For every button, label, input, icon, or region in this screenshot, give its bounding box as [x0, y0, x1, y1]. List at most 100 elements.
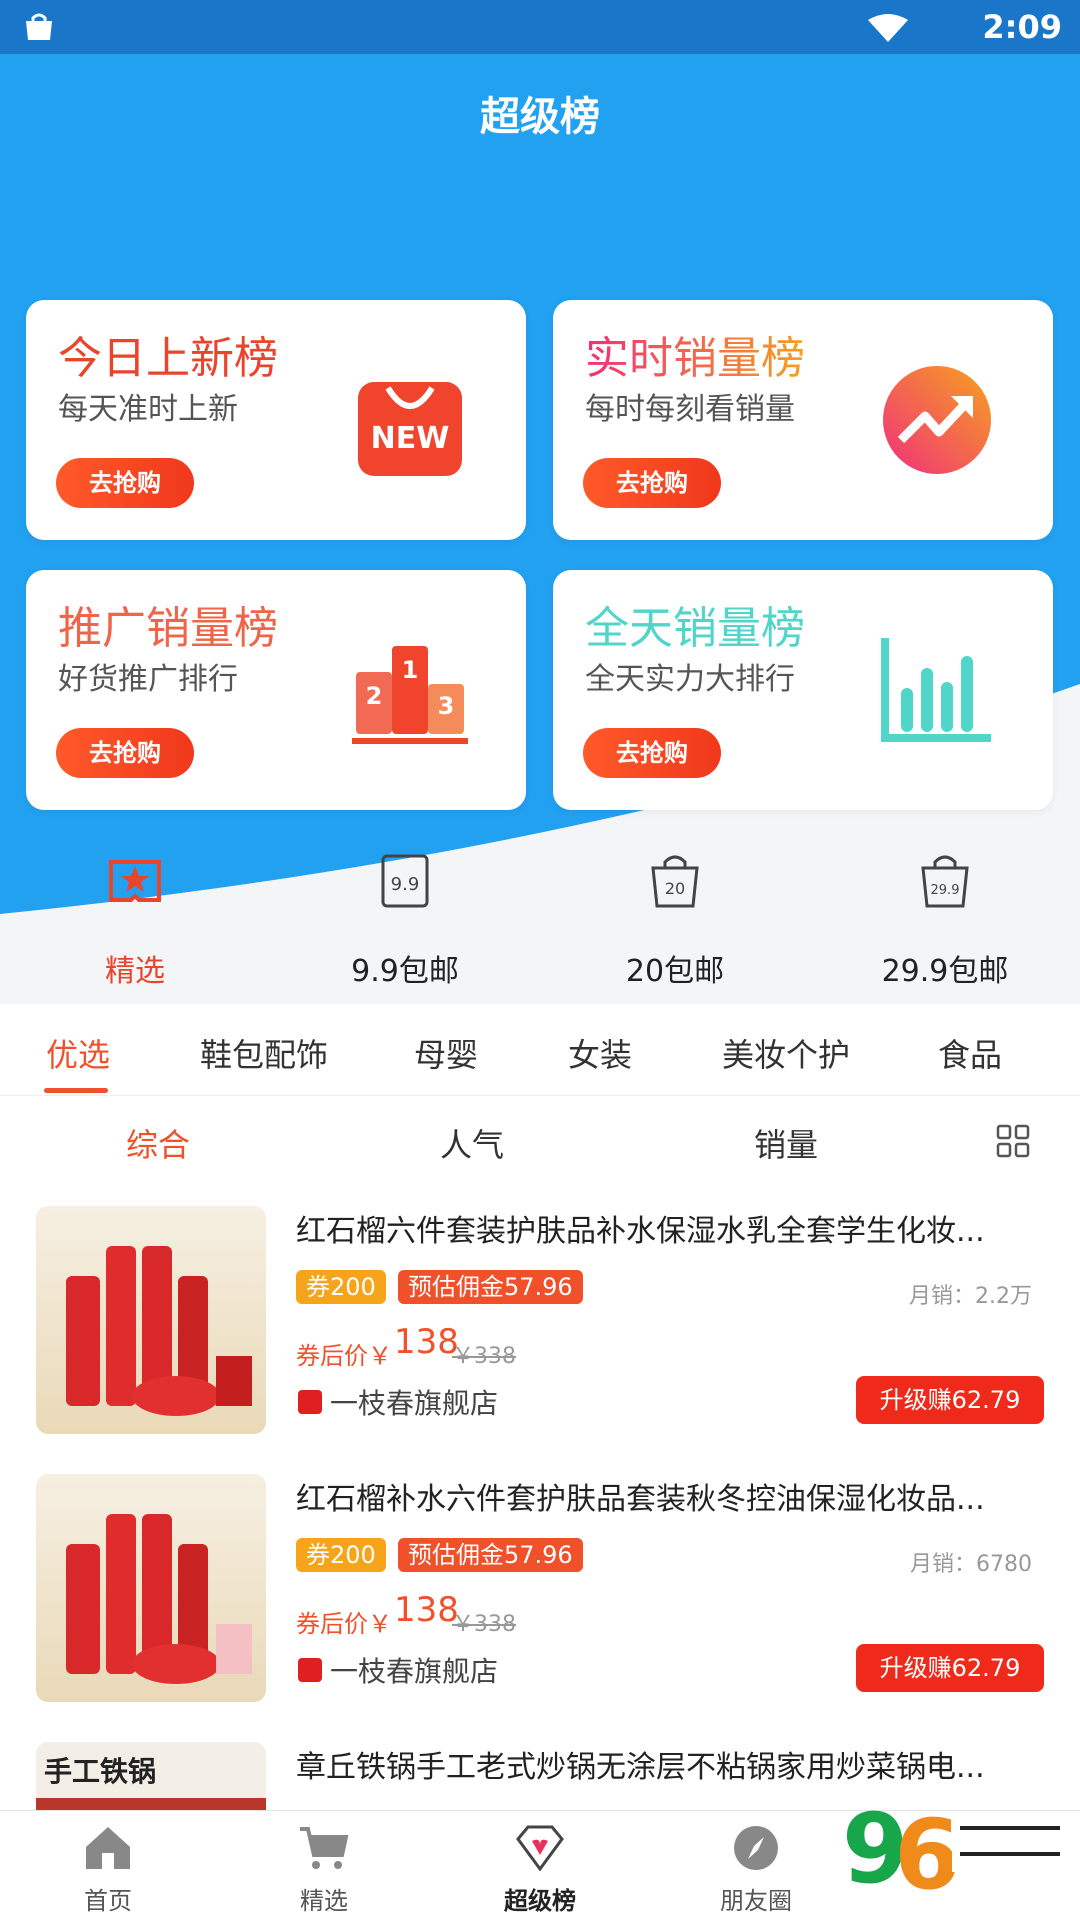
quick-nav-label: 29.9包邮	[881, 954, 1009, 989]
tag-9.9-icon: 9.9	[381, 854, 429, 908]
product-title: 章丘铁锅手工老式炒锅无涂层不粘锅家用炒菜锅电...	[296, 1750, 985, 1785]
sort-overall[interactable]: 综合	[126, 1120, 190, 1166]
svg-text:20: 20	[665, 879, 685, 898]
quick-nav-9.9[interactable]: 9.9 9.9包邮	[270, 850, 540, 1000]
quick-nav-29.9[interactable]: 29.9 29.9包邮	[810, 850, 1080, 1000]
price: 138	[394, 1590, 459, 1630]
monthly-sales: 月销：6780	[910, 1552, 1032, 1577]
page-title: 超级榜	[480, 94, 600, 140]
clock: 2:09	[982, 8, 1062, 46]
bar-chart-icon	[881, 638, 991, 742]
product-title: 红石榴六件套装护肤品补水保湿水乳全套学生化妆...	[296, 1214, 985, 1249]
tab-food[interactable]: 食品	[938, 1030, 1002, 1076]
tab-shoes-bags[interactable]: 鞋包配饰	[200, 1030, 328, 1076]
home-icon	[86, 1827, 130, 1869]
product-image: 手工铁锅	[36, 1742, 266, 1810]
upgrade-button[interactable]: 升级赚62.79	[856, 1376, 1044, 1424]
status-bar: 2:09	[0, 0, 1080, 54]
grab-button[interactable]: 去抢购	[56, 728, 194, 778]
card-allday-sales[interactable]: 全天销量榜 全天实力大排行 去抢购	[553, 570, 1053, 810]
product-image-text: 手工铁锅	[44, 1755, 157, 1788]
tmall-icon	[298, 1658, 322, 1682]
card-title: 实时销量榜	[585, 322, 805, 386]
quick-nav-featured[interactable]: 精选	[0, 850, 270, 1000]
tmall-icon	[298, 1390, 322, 1414]
store-name: 一枝春旗舰店	[330, 1655, 499, 1688]
tab-super-list[interactable]: 超级榜	[432, 1811, 648, 1920]
tab-beauty[interactable]: 美妆个护	[722, 1030, 850, 1076]
active-tab-indicator	[44, 1088, 108, 1093]
tab-featured[interactable]: 精选	[216, 1811, 432, 1920]
sort-bar: 综合 人气 销量	[0, 1096, 1080, 1186]
store-name: 一枝春旗舰店	[330, 1387, 499, 1420]
wifi-icon	[868, 14, 908, 42]
svg-text:NEW: NEW	[371, 421, 450, 456]
original-price: ￥338	[452, 1612, 516, 1637]
svg-text:29.9: 29.9	[931, 883, 960, 898]
quick-nav-label: 精选	[105, 954, 165, 989]
product-title: 红石榴补水六件套护肤品套装秋冬控油保湿化妆品...	[296, 1482, 985, 1517]
grab-button[interactable]: 去抢购	[583, 458, 721, 508]
upgrade-button[interactable]: 升级赚62.79	[856, 1644, 1044, 1692]
svg-text:6: 6	[894, 1799, 961, 1911]
sort-sales[interactable]: 销量	[754, 1120, 818, 1166]
commission-badge: 预估佣金57.96	[398, 1538, 583, 1572]
tab-moments[interactable]: 朋友圈	[648, 1811, 864, 1920]
price: 138	[394, 1322, 459, 1362]
trend-up-icon	[883, 366, 991, 474]
product-item[interactable]: 红石榴六件套装护肤品补水保湿水乳全套学生化妆... 券200 预估佣金57.96…	[0, 1186, 1080, 1454]
product-image	[36, 1474, 266, 1702]
svg-text:3: 3	[438, 692, 455, 720]
coupon-badge: 券200	[296, 1270, 386, 1304]
category-tabs: 优选 鞋包配饰 母婴 女装 美妆个护 食品	[0, 1004, 1080, 1096]
bag-20-icon: 20	[651, 855, 699, 908]
tab-home[interactable]: 首页	[0, 1811, 216, 1920]
ribbon-star-icon	[109, 860, 161, 902]
compass-icon	[734, 1826, 778, 1870]
diamond-heart-icon	[516, 1825, 564, 1872]
podium-icon: 2 1 3	[352, 646, 468, 744]
tab-youxuan[interactable]: 优选	[46, 1030, 110, 1076]
tab-womens[interactable]: 女装	[568, 1030, 632, 1076]
grab-button[interactable]: 去抢购	[56, 458, 194, 508]
quick-nav: 精选 9.9 9.9包邮 20 20包邮 29.9 29.9包邮	[0, 850, 1080, 1000]
product-list: 红石榴六件套装护肤品补水保湿水乳全套学生化妆... 券200 预估佣金57.96…	[0, 1186, 1080, 1810]
site-watermark-logo: 9 6	[842, 1793, 1068, 1911]
svg-text:2: 2	[366, 682, 383, 710]
tab-label: 精选	[300, 1887, 348, 1915]
card-title: 今日上新榜	[58, 333, 278, 384]
quick-nav-label: 9.9包邮	[351, 954, 459, 989]
quick-nav-label: 20包邮	[625, 954, 725, 989]
card-subtitle: 每时每刻看销量	[585, 392, 795, 427]
card-title: 推广销量榜	[58, 603, 278, 654]
svg-text:9.9: 9.9	[391, 874, 420, 895]
card-new-arrivals[interactable]: 今日上新榜 每天准时上新 去抢购 NEW	[26, 300, 526, 540]
commission-badge: 预估佣金57.96	[398, 1270, 583, 1304]
card-promo-sales[interactable]: 推广销量榜 好货推广排行 去抢购 2 1 3	[26, 570, 526, 810]
sort-popularity[interactable]: 人气	[440, 1120, 504, 1166]
tab-mother-baby[interactable]: 母婴	[414, 1030, 478, 1076]
tab-label: 朋友圈	[720, 1887, 792, 1915]
tab-label: 首页	[84, 1887, 132, 1915]
card-subtitle: 全天实力大排行	[585, 662, 795, 697]
card-realtime-sales[interactable]: 实时销量榜 每时每刻看销量 去抢购	[553, 300, 1053, 540]
price-label: 券后价￥	[296, 1610, 392, 1638]
tab-label: 超级榜	[504, 1887, 576, 1915]
product-image	[36, 1206, 266, 1434]
svg-text:1: 1	[402, 656, 419, 684]
shopping-bag-icon	[26, 13, 52, 40]
card-subtitle: 每天准时上新	[58, 392, 238, 427]
grab-button[interactable]: 去抢购	[583, 728, 721, 778]
bag-29.9-icon: 29.9	[921, 855, 969, 908]
price-label: 券后价￥	[296, 1342, 392, 1370]
coupon-badge: 券200	[296, 1538, 386, 1572]
quick-nav-20[interactable]: 20 20包邮	[540, 850, 810, 1000]
grid-view-icon[interactable]	[996, 1124, 1030, 1158]
card-title: 全天销量榜	[585, 603, 805, 654]
new-bag-icon: NEW	[358, 382, 462, 476]
product-item[interactable]: 红石榴补水六件套护肤品套装秋冬控油保湿化妆品... 券200 预估佣金57.96…	[0, 1454, 1080, 1722]
monthly-sales: 月销：2.2万	[909, 1284, 1032, 1309]
original-price: ￥338	[452, 1344, 516, 1369]
cart-icon	[300, 1827, 349, 1869]
card-subtitle: 好货推广排行	[58, 662, 238, 697]
